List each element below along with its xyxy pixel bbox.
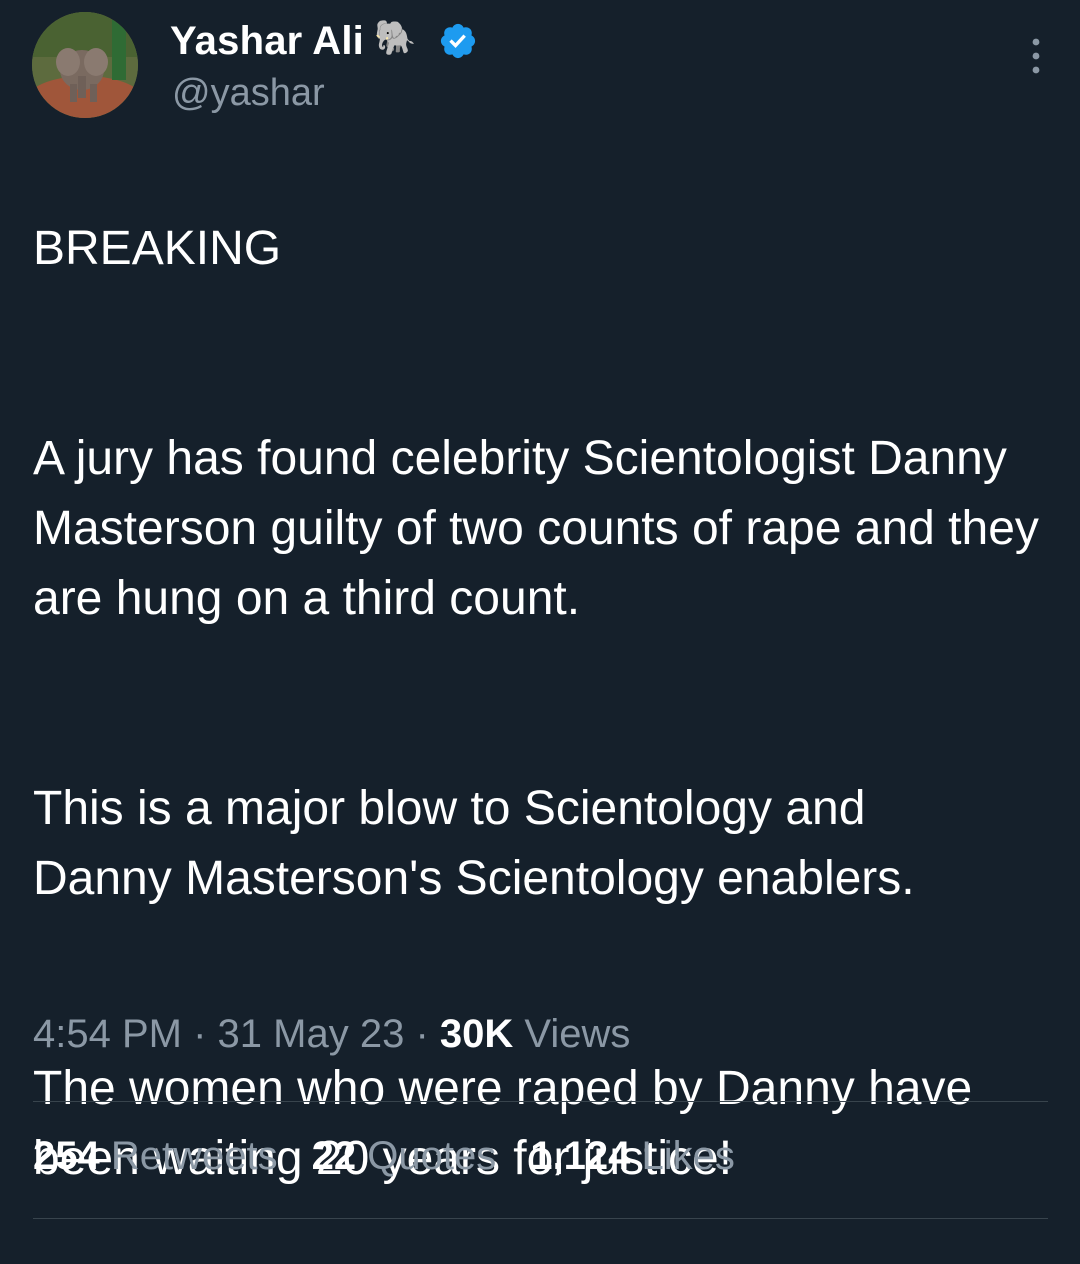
meta-separator: · xyxy=(415,1012,429,1056)
divider xyxy=(33,1218,1048,1219)
author-display-name[interactable]: Yashar Ali xyxy=(170,19,364,64)
tweet-paragraph: BREAKING xyxy=(33,222,282,275)
elephant-emoji-icon: 🐘 xyxy=(373,19,417,57)
views-count: 30K xyxy=(439,1012,514,1056)
tweet-detail: Yashar Ali 🐘 @yashar BREAKING A jury has… xyxy=(0,0,1080,1226)
tweet-meta: 4:54 PM · 31 May 23 · 30K Views xyxy=(33,1012,630,1057)
tweet-text: BREAKING A jury has found celebrity Scie… xyxy=(33,144,1053,1264)
tweet-stats: 254 Retweets 22 Quotes 1,124 Likes xyxy=(33,1134,735,1179)
quotes-label: Quotes xyxy=(367,1134,497,1178)
likes-stat[interactable]: 1,124 Likes xyxy=(530,1134,735,1179)
views-label: Views xyxy=(524,1012,631,1056)
avatar-image xyxy=(32,12,138,118)
author-handle[interactable]: @yashar xyxy=(172,72,325,115)
author-name-row: Yashar Ali 🐘 xyxy=(170,16,478,66)
tweet-time[interactable]: 4:54 PM xyxy=(33,1012,182,1056)
likes-label: Likes xyxy=(641,1134,735,1178)
likes-count: 1,124 xyxy=(530,1134,631,1178)
divider xyxy=(33,1101,1048,1102)
retweets-label: Retweets xyxy=(110,1134,278,1178)
verified-badge-icon xyxy=(440,23,476,59)
meta-separator: · xyxy=(193,1012,207,1056)
quotes-count: 22 xyxy=(311,1134,357,1178)
avatar[interactable] xyxy=(32,12,138,118)
tweet-paragraph: This is a major blow to Scientology and … xyxy=(33,782,915,905)
more-vertical-icon[interactable] xyxy=(1024,36,1048,76)
quotes-stat[interactable]: 22 Quotes xyxy=(312,1134,497,1179)
retweets-stat[interactable]: 254 Retweets xyxy=(33,1134,278,1179)
tweet-date[interactable]: 31 May 23 xyxy=(218,1012,405,1056)
retweets-count: 254 xyxy=(33,1134,100,1178)
tweet-paragraph: A jury has found celebrity Scientologist… xyxy=(33,432,1039,625)
tweet-header: Yashar Ali 🐘 @yashar xyxy=(32,12,1048,122)
